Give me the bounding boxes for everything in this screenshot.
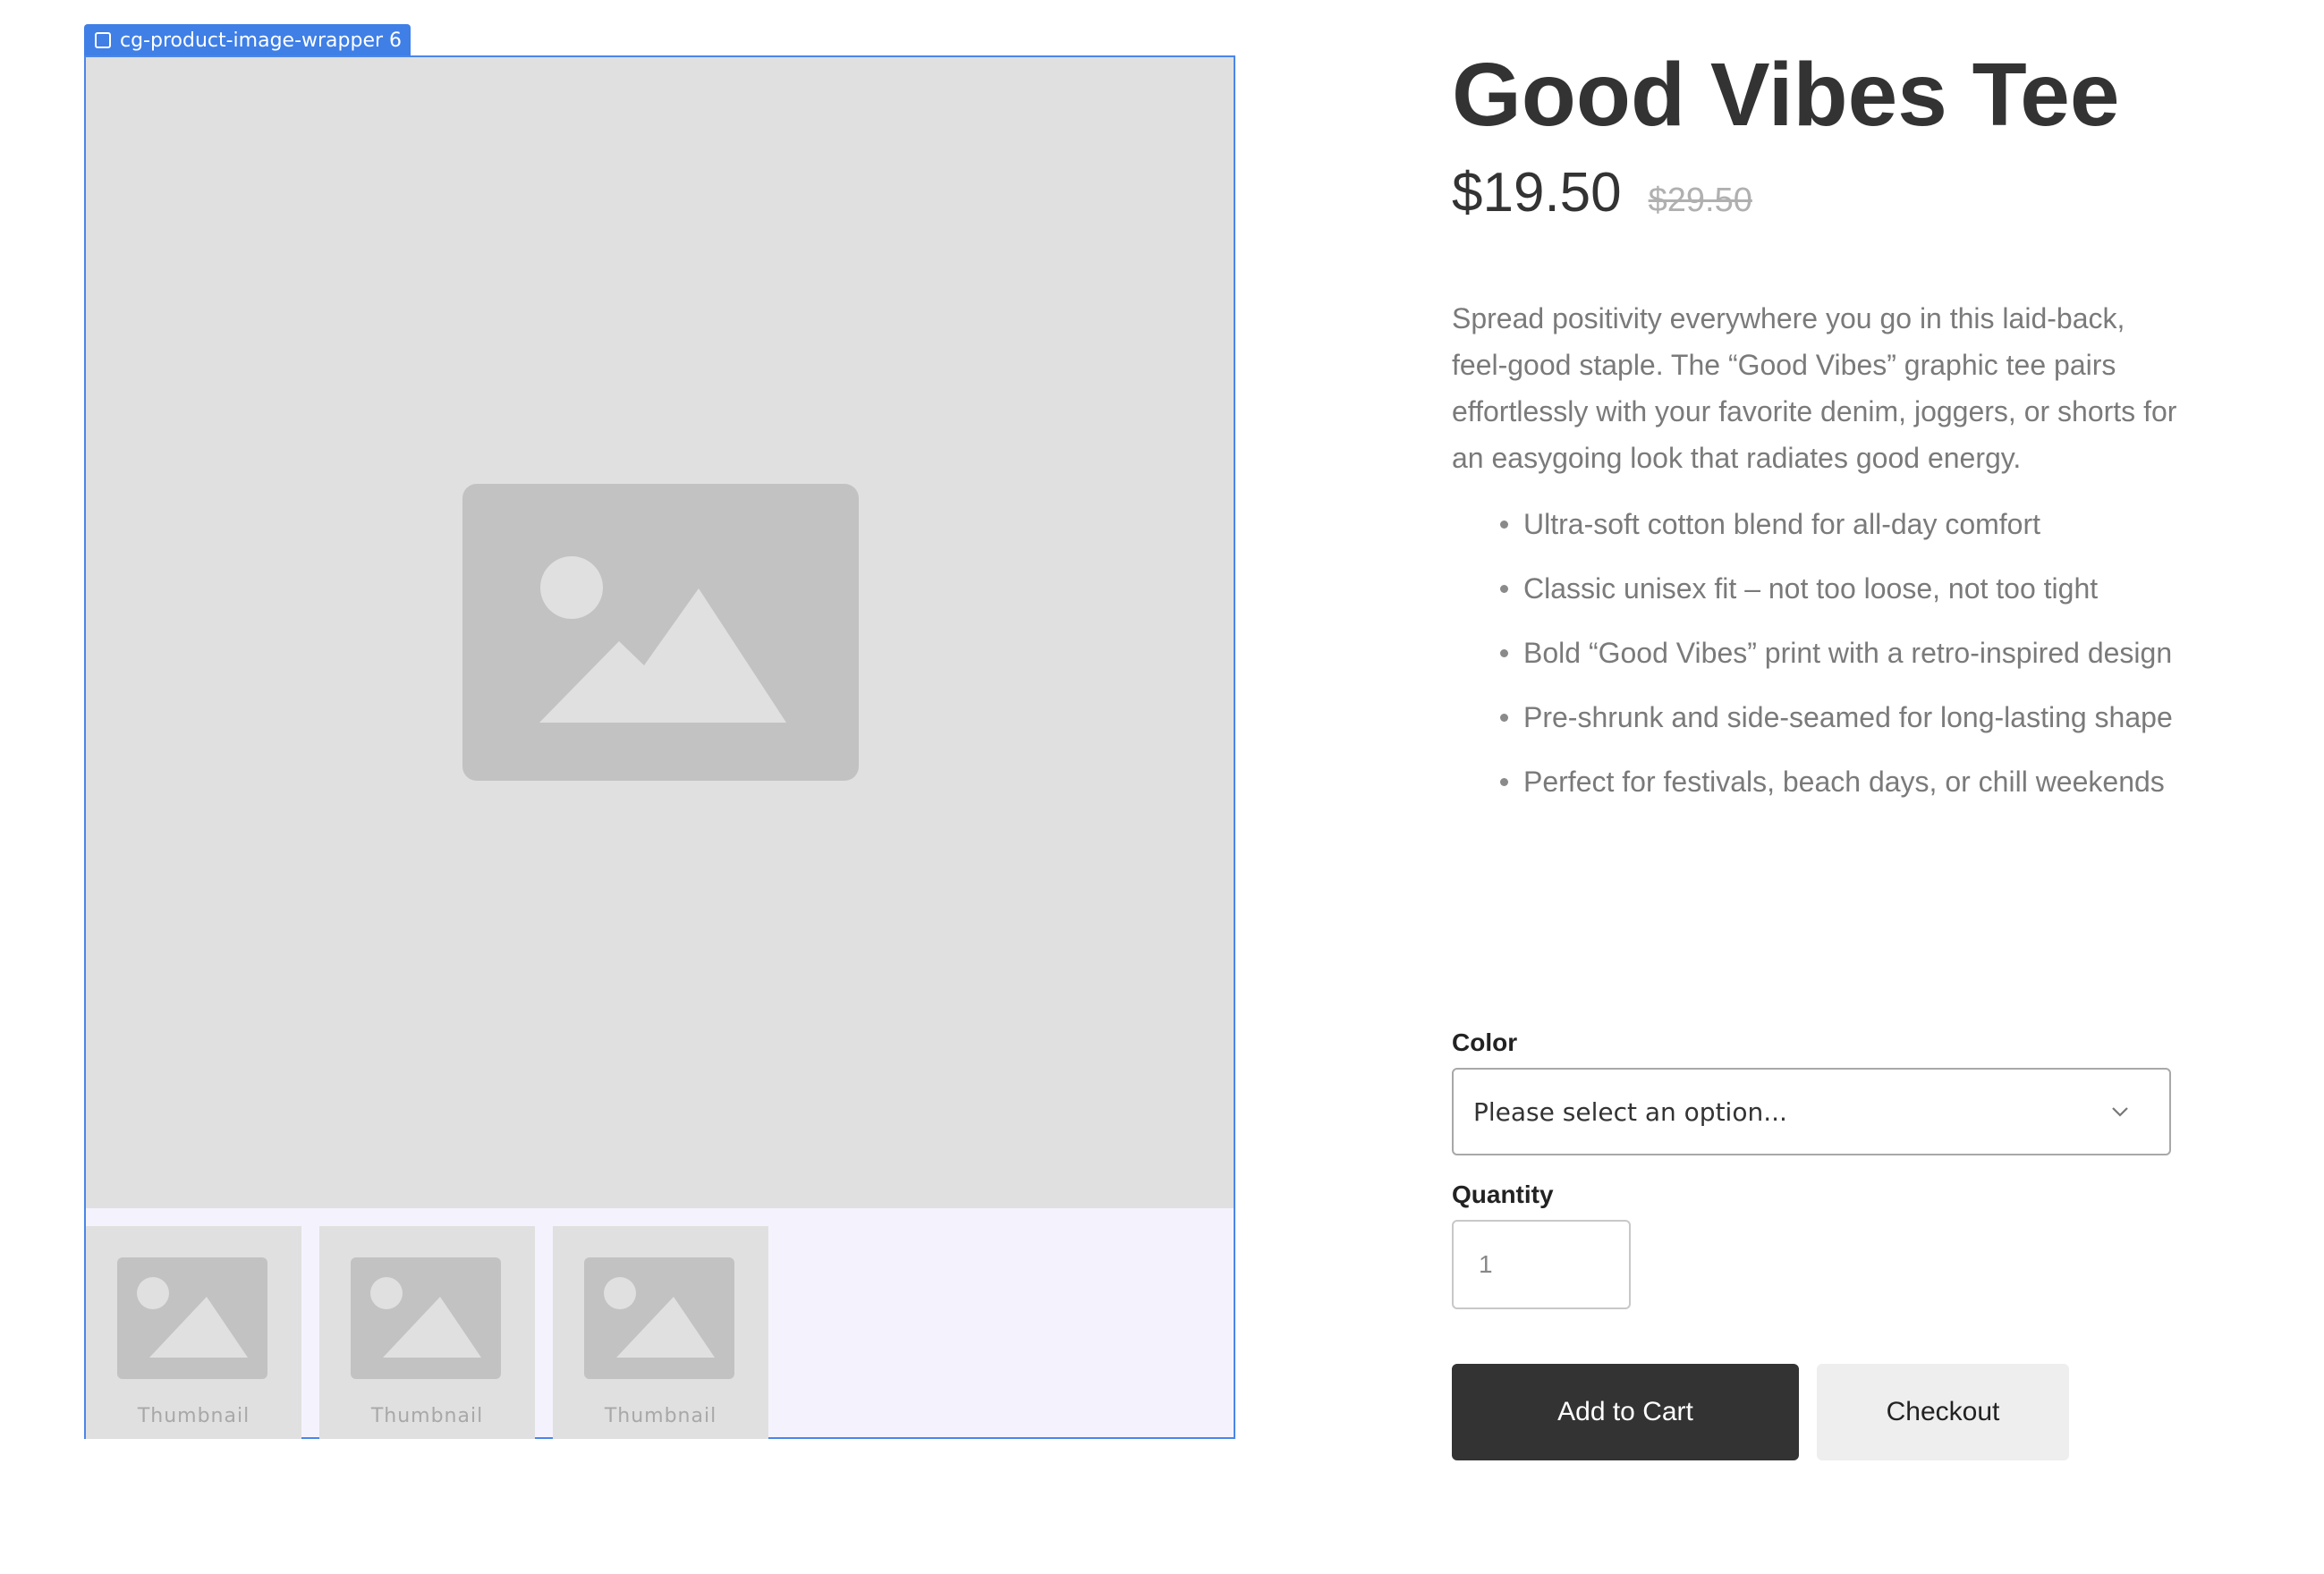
- quantity-input[interactable]: [1452, 1220, 1631, 1309]
- feature-item: Classic unisex fit – not too loose, not …: [1500, 565, 2194, 612]
- checkbox-icon: [95, 32, 111, 48]
- original-price: $29.50: [1648, 182, 1752, 219]
- feature-item: Bold “Good Vibes” print with a retro-ins…: [1500, 630, 2194, 676]
- feature-list: Ultra-soft cotton blend for all-day comf…: [1452, 501, 2194, 823]
- quantity-label: Quantity: [1452, 1180, 1554, 1208]
- product-title: Good Vibes Tee: [1452, 45, 2120, 145]
- main-product-image[interactable]: [86, 57, 1234, 1208]
- image-placeholder-icon: [462, 484, 859, 781]
- add-to-cart-button[interactable]: Add to Cart: [1452, 1364, 1799, 1460]
- thumbnail[interactable]: Thumbnail: [319, 1226, 535, 1439]
- wrapper-tag-label: cg-product-image-wrapper 6: [120, 29, 403, 52]
- feature-item: Pre-shrunk and side-seamed for long-last…: [1500, 694, 2194, 740]
- color-select-value: Please select an option...: [1473, 1096, 1787, 1127]
- image-placeholder-icon: [351, 1257, 501, 1379]
- thumbnail-label: Thumbnail: [370, 1405, 484, 1427]
- thumbnail[interactable]: Thumbnail: [553, 1226, 768, 1439]
- chevron-down-icon: [2112, 1107, 2128, 1117]
- color-select[interactable]: Please select an option...: [1452, 1068, 2171, 1155]
- element-selection-tag[interactable]: cg-product-image-wrapper 6: [84, 24, 411, 56]
- image-placeholder-icon: [584, 1257, 734, 1379]
- product-description: Spread positivity everywhere you go in t…: [1452, 302, 2177, 474]
- feature-item: Perfect for festivals, beach days, or ch…: [1500, 758, 2194, 805]
- image-placeholder-icon: [117, 1257, 267, 1379]
- checkout-button[interactable]: Checkout: [1817, 1364, 2069, 1460]
- product-image-wrapper: Thumbnail Thumbnail Thumbnail: [84, 55, 1235, 1439]
- feature-item: Ultra-soft cotton blend for all-day comf…: [1500, 501, 2194, 547]
- current-price: $19.50: [1452, 162, 1622, 224]
- price-row: $19.50 $29.50: [1452, 161, 1752, 224]
- thumbnail[interactable]: Thumbnail: [86, 1226, 301, 1439]
- color-label: Color: [1452, 1028, 1518, 1056]
- thumbnail-row: Thumbnail Thumbnail Thumbnail: [86, 1226, 768, 1439]
- thumbnail-label: Thumbnail: [604, 1405, 717, 1427]
- thumbnail-label: Thumbnail: [137, 1405, 250, 1427]
